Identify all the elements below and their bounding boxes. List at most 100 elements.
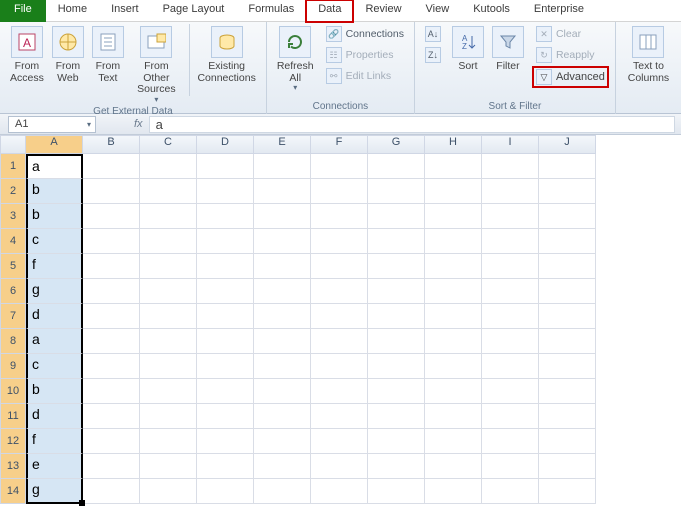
cell-E10[interactable] (254, 379, 311, 404)
tab-kutools[interactable]: Kutools (461, 0, 522, 22)
cell-J8[interactable] (539, 329, 596, 354)
refresh-all-button[interactable]: Refresh All (273, 24, 318, 95)
cell-C14[interactable] (140, 479, 197, 504)
row-header-13[interactable]: 13 (0, 454, 26, 479)
tab-data[interactable]: Data (306, 0, 353, 22)
column-header-G[interactable]: G (368, 135, 425, 154)
cell-A9[interactable]: c (26, 354, 83, 379)
row-header-5[interactable]: 5 (0, 254, 26, 279)
column-header-E[interactable]: E (254, 135, 311, 154)
cell-A5[interactable]: f (26, 254, 83, 279)
tab-enterprise[interactable]: Enterprise (522, 0, 596, 22)
cell-E5[interactable] (254, 254, 311, 279)
cell-J9[interactable] (539, 354, 596, 379)
cell-D1[interactable] (197, 154, 254, 179)
row-header-1[interactable]: 1 (0, 154, 26, 179)
cell-I1[interactable] (482, 154, 539, 179)
cell-J12[interactable] (539, 429, 596, 454)
cell-G2[interactable] (368, 179, 425, 204)
cell-B1[interactable] (83, 154, 140, 179)
cell-A6[interactable]: g (26, 279, 83, 304)
cell-B8[interactable] (83, 329, 140, 354)
cell-I8[interactable] (482, 329, 539, 354)
cell-G6[interactable] (368, 279, 425, 304)
cell-E2[interactable] (254, 179, 311, 204)
cell-B2[interactable] (83, 179, 140, 204)
cell-J13[interactable] (539, 454, 596, 479)
existing-connections-button[interactable]: Existing Connections (193, 24, 259, 86)
cell-D9[interactable] (197, 354, 254, 379)
cell-D11[interactable] (197, 404, 254, 429)
tab-review[interactable]: Review (353, 0, 413, 22)
cell-B10[interactable] (83, 379, 140, 404)
edit-links-button[interactable]: ⚯Edit Links (322, 66, 408, 86)
cell-A1[interactable]: a (26, 154, 83, 179)
row-header-6[interactable]: 6 (0, 279, 26, 304)
select-all-corner[interactable] (0, 135, 26, 154)
from-web-button[interactable]: From Web (48, 24, 88, 86)
cell-E4[interactable] (254, 229, 311, 254)
from-other-sources-button[interactable]: From Other Sources (128, 24, 185, 106)
cell-C8[interactable] (140, 329, 197, 354)
cell-B6[interactable] (83, 279, 140, 304)
cell-E8[interactable] (254, 329, 311, 354)
cell-G12[interactable] (368, 429, 425, 454)
from-access-button[interactable]: A From Access (6, 24, 48, 86)
row-header-3[interactable]: 3 (0, 204, 26, 229)
column-header-F[interactable]: F (311, 135, 368, 154)
from-text-button[interactable]: From Text (88, 24, 128, 86)
advanced-button[interactable]: ▽Advanced (532, 66, 609, 88)
cell-H6[interactable] (425, 279, 482, 304)
cell-I3[interactable] (482, 204, 539, 229)
row-header-2[interactable]: 2 (0, 179, 26, 204)
tab-home[interactable]: Home (46, 0, 99, 22)
cell-B14[interactable] (83, 479, 140, 504)
connections-button[interactable]: 🔗Connections (322, 24, 408, 44)
cell-B7[interactable] (83, 304, 140, 329)
cell-G14[interactable] (368, 479, 425, 504)
cell-E1[interactable] (254, 154, 311, 179)
cell-A4[interactable]: c (26, 229, 83, 254)
cell-H10[interactable] (425, 379, 482, 404)
sort-button[interactable]: AZ Sort (448, 24, 488, 75)
cell-D10[interactable] (197, 379, 254, 404)
cell-E12[interactable] (254, 429, 311, 454)
cell-J7[interactable] (539, 304, 596, 329)
cell-F14[interactable] (311, 479, 368, 504)
cell-F1[interactable] (311, 154, 368, 179)
cell-H5[interactable] (425, 254, 482, 279)
cell-F12[interactable] (311, 429, 368, 454)
cell-C6[interactable] (140, 279, 197, 304)
tab-page-layout[interactable]: Page Layout (151, 0, 237, 22)
cell-D7[interactable] (197, 304, 254, 329)
tab-file[interactable]: File (0, 0, 46, 22)
cell-C11[interactable] (140, 404, 197, 429)
cell-J3[interactable] (539, 204, 596, 229)
cell-J14[interactable] (539, 479, 596, 504)
cell-D8[interactable] (197, 329, 254, 354)
text-to-columns-button[interactable]: Text to Columns (622, 24, 675, 86)
cell-J10[interactable] (539, 379, 596, 404)
cell-D5[interactable] (197, 254, 254, 279)
row-header-7[interactable]: 7 (0, 304, 26, 329)
cell-C5[interactable] (140, 254, 197, 279)
cell-G13[interactable] (368, 454, 425, 479)
cell-I11[interactable] (482, 404, 539, 429)
row-header-4[interactable]: 4 (0, 229, 26, 254)
cell-H12[interactable] (425, 429, 482, 454)
cell-F6[interactable] (311, 279, 368, 304)
cell-D2[interactable] (197, 179, 254, 204)
cell-F11[interactable] (311, 404, 368, 429)
cell-I2[interactable] (482, 179, 539, 204)
column-header-C[interactable]: C (140, 135, 197, 154)
filter-button[interactable]: Filter (488, 24, 528, 75)
column-header-A[interactable]: A (26, 135, 83, 154)
column-header-J[interactable]: J (539, 135, 596, 154)
tab-view[interactable]: View (414, 0, 462, 22)
cell-G3[interactable] (368, 204, 425, 229)
cell-C2[interactable] (140, 179, 197, 204)
cell-A14[interactable]: g (26, 479, 83, 504)
cell-H4[interactable] (425, 229, 482, 254)
cell-B5[interactable] (83, 254, 140, 279)
row-header-10[interactable]: 10 (0, 379, 26, 404)
